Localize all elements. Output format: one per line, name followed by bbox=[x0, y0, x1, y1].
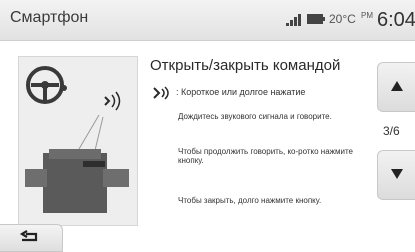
page-indicator: 3/6 bbox=[383, 124, 400, 138]
control-point-icon bbox=[61, 85, 67, 91]
ampm-label: PM bbox=[361, 11, 373, 20]
signal-icon bbox=[286, 14, 302, 26]
instruction-paragraph: Чтобы продолжить говорить, ко-ротко нажм… bbox=[178, 147, 354, 165]
battery-icon bbox=[307, 14, 325, 24]
voice-button-icon bbox=[153, 86, 169, 100]
instruction-paragraph: Чтобы закрыть, долго нажмите кнопку. bbox=[178, 196, 322, 205]
back-arrow-icon bbox=[19, 230, 38, 242]
steering-illustration bbox=[18, 56, 138, 226]
instruction-paragraph: Дождитесь звукового сигнала и говорите. bbox=[178, 112, 332, 121]
command-heading: Открыть/закрыть командой bbox=[150, 57, 341, 74]
arrow-down-icon bbox=[391, 169, 403, 179]
scroll-up-button[interactable] bbox=[377, 62, 415, 112]
back-button[interactable] bbox=[0, 224, 63, 252]
scroll-down-button[interactable] bbox=[377, 150, 415, 200]
clock: 6:04 bbox=[377, 9, 415, 31]
steering-wheel-icon bbox=[26, 66, 64, 104]
voice-hint-text: : Короткое или долгое нажатие bbox=[176, 87, 306, 97]
voice-wave-icon bbox=[104, 91, 121, 111]
arrow-up-icon bbox=[391, 81, 403, 91]
steering-column-switch-icon bbox=[25, 149, 129, 213]
top-bar: Смартфон 20°C PM 6:04 bbox=[0, 0, 415, 41]
page-title: Смартфон bbox=[10, 9, 89, 26]
temperature-readout: 20°C bbox=[329, 12, 356, 26]
